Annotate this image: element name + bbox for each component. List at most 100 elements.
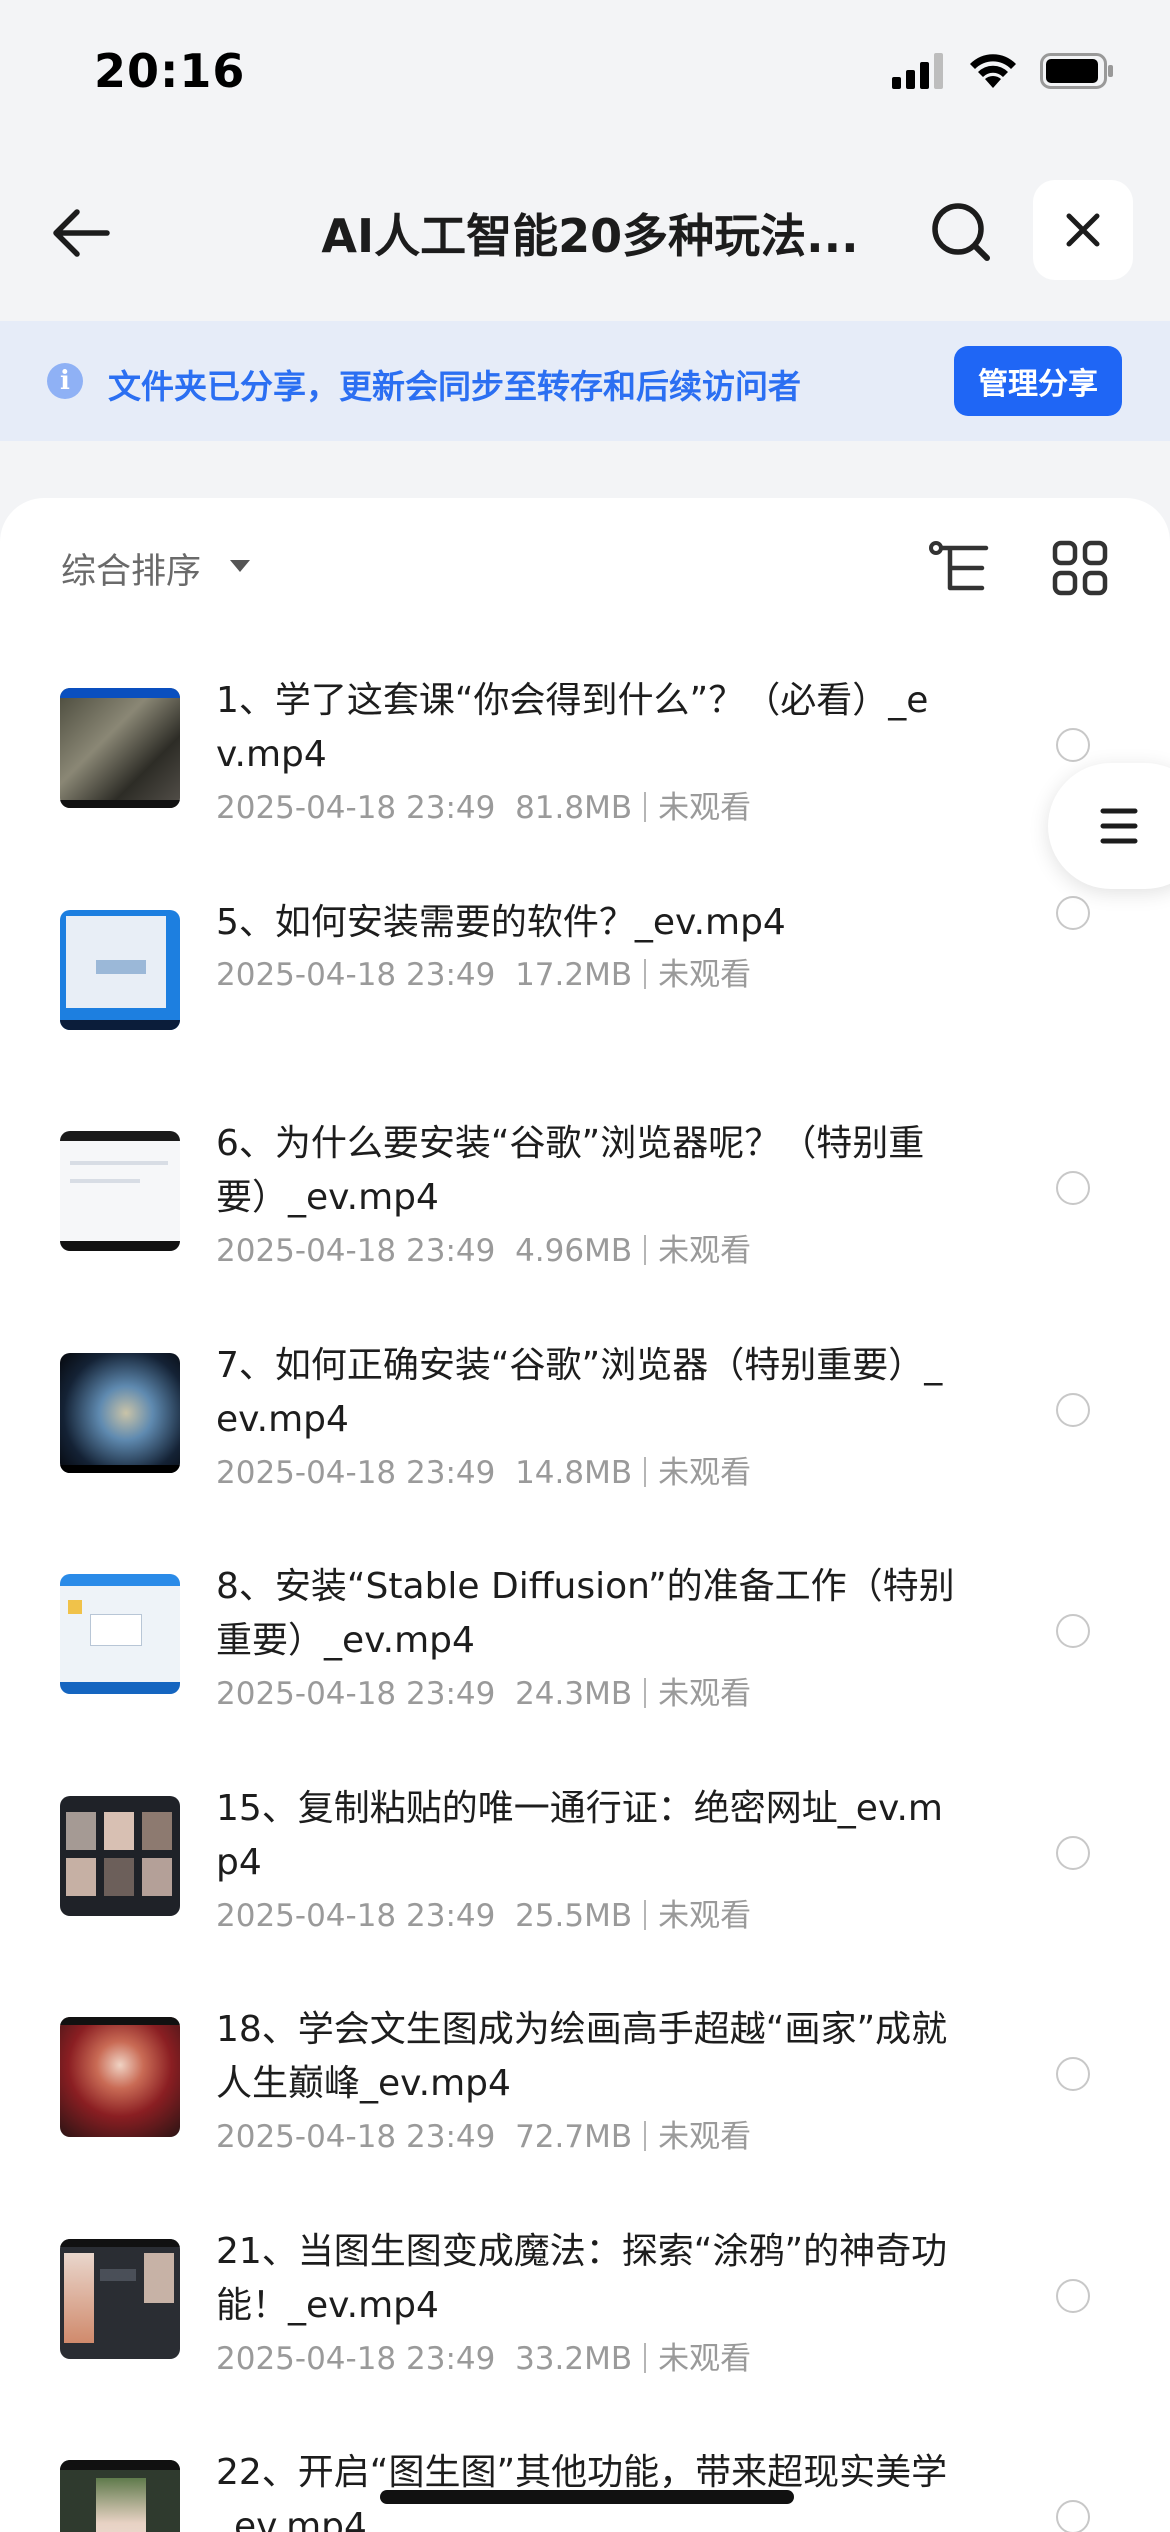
floating-menu-button[interactable] — [1048, 763, 1170, 889]
grid-view-icon[interactable] — [1052, 540, 1108, 596]
video-thumbnail — [60, 1131, 180, 1251]
file-row[interactable]: 1、学了这套课“你会得到什么”？（必看）_ev.mp4 2025-04-18 2… — [0, 638, 1170, 860]
file-date: 2025-04-18 23:49 — [216, 2340, 496, 2377]
file-date: 2025-04-18 23:49 — [216, 956, 496, 993]
watch-status: 未观看 — [658, 1233, 752, 1269]
file-name: 15、复制粘贴的唯一通行证：绝密网址_ev.mp4 — [216, 1787, 943, 1883]
file-row[interactable]: 21、当图生图变成魔法：探索“涂鸦”的神奇功能！_ev.mp4 2025-04-… — [0, 2189, 1170, 2411]
meta-divider — [644, 2121, 647, 2151]
meta-divider — [644, 1235, 647, 1265]
watch-status: 未观看 — [658, 1676, 752, 1712]
file-row[interactable]: 8、安装“Stable Diffusion”的准备工作（特别重要）_ev.mp4… — [0, 1524, 1170, 1746]
sort-dropdown[interactable]: 综合排序 — [61, 543, 201, 594]
file-name: 6、为什么要安装“谷歌”浏览器呢？（特别重要）_ev.mp4 — [216, 1123, 925, 1218]
select-radio[interactable] — [1056, 2278, 1090, 2313]
file-list: 1、学了这套课“你会得到什么”？（必看）_ev.mp4 2025-04-18 2… — [0, 638, 1170, 2532]
wifi-icon — [970, 54, 1016, 88]
video-thumbnail — [60, 909, 180, 1030]
file-date: 2025-04-18 23:49 — [216, 1233, 496, 1269]
file-size: 33.2MB — [515, 2340, 633, 2377]
file-size: 25.5MB — [515, 1897, 633, 1934]
close-button[interactable] — [1033, 180, 1133, 280]
file-row[interactable]: 6、为什么要安装“谷歌”浏览器呢？（特别重要）_ev.mp4 2025-04-1… — [0, 1081, 1170, 1303]
select-radio[interactable] — [1056, 1835, 1090, 1870]
file-row[interactable]: 7、如何正确安装“谷歌”浏览器（特别重要）_ev.mp4 2025-04-18 … — [0, 1303, 1170, 1525]
file-meta: 2025-04-18 23:49 81.8MB 未观看 — [216, 782, 751, 827]
select-radio[interactable] — [1056, 895, 1090, 930]
file-meta: 2025-04-18 23:49 14.8MB 未观看 — [216, 1447, 751, 1492]
tree-view-icon[interactable] — [928, 540, 992, 596]
info-icon: i — [47, 363, 83, 399]
back-arrow-icon — [53, 209, 110, 257]
video-thumbnail — [60, 2460, 180, 2532]
page-title: AI人工智能20多种玩法... — [321, 209, 859, 263]
signal-icon — [892, 53, 943, 89]
file-row[interactable]: 18、学会文生图成为绘画高手超越“画家”成就人生巅峰_ev.mp4 2025-0… — [0, 1967, 1170, 2189]
sort-bar: 综合排序 — [0, 498, 1170, 638]
file-row[interactable]: 15、复制粘贴的唯一通行证：绝密网址_ev.mp4 2025-04-18 23:… — [0, 1746, 1170, 1968]
video-thumbnail — [60, 1574, 180, 1694]
watch-status: 未观看 — [658, 2340, 752, 2377]
menu-icon — [1100, 808, 1138, 844]
battery-icon — [1040, 53, 1113, 89]
share-banner: i 文件夹已分享，更新会同步至转存和后续访问者 管理分享 — [0, 321, 1170, 441]
home-indicator[interactable] — [380, 2490, 794, 2504]
nav-bar: AI人工智能20多种玩法... — [0, 170, 1170, 295]
file-meta: 2025-04-18 23:49 25.5MB 未观看 — [216, 1890, 751, 1935]
watch-status: 未观看 — [658, 1454, 752, 1491]
search-button[interactable] — [925, 196, 997, 268]
file-date: 2025-04-18 23:49 — [216, 1676, 496, 1712]
select-radio[interactable] — [1056, 1171, 1090, 1205]
file-size: 4.96MB — [515, 1233, 633, 1269]
file-name: 18、学会文生图成为绘画高手超越“画家”成就人生巅峰_ev.mp4 — [216, 2009, 948, 2104]
meta-divider — [644, 1456, 647, 1487]
meta-divider — [644, 1899, 647, 1930]
file-size: 17.2MB — [515, 956, 633, 993]
share-notice-text: 文件夹已分享，更新会同步至转存和后续访问者 — [108, 367, 801, 406]
video-thumbnail — [60, 1352, 180, 1473]
file-meta: 2025-04-18 23:49 72.7MB 未观看 — [216, 2111, 751, 2156]
file-name: 7、如何正确安装“谷歌”浏览器（特别重要）_ev.mp4 — [216, 1344, 943, 1440]
meta-divider — [644, 1678, 647, 1708]
close-icon — [1066, 213, 1100, 247]
back-button[interactable] — [46, 198, 116, 268]
file-size: 72.7MB — [515, 2119, 633, 2155]
file-name: 21、当图生图变成魔法：探索“涂鸦”的神奇功能！_ev.mp4 — [216, 2230, 948, 2326]
watch-status: 未观看 — [658, 790, 752, 826]
select-radio[interactable] — [1056, 1614, 1090, 1648]
watch-status: 未观看 — [658, 956, 752, 993]
file-date: 2025-04-18 23:49 — [216, 2119, 496, 2155]
video-thumbnail — [60, 2017, 180, 2137]
meta-divider — [644, 2342, 647, 2373]
status-time: 20:16 — [94, 44, 246, 98]
select-radio[interactable] — [1056, 2057, 1090, 2091]
file-meta: 2025-04-18 23:49 33.2MB 未观看 — [216, 2333, 751, 2378]
select-radio[interactable] — [1056, 1392, 1090, 1427]
file-name: 5、如何安装需要的软件？_ev.mp4 — [216, 901, 786, 943]
file-date: 2025-04-18 23:49 — [216, 790, 496, 826]
file-size: 81.8MB — [515, 790, 633, 826]
file-list-card: 综合排序 1、学了这套课“你会得到什么”？（必看）_ev.mp4 2025-04… — [0, 498, 1170, 2532]
watch-status: 未观看 — [658, 2119, 752, 2155]
file-size: 24.3MB — [515, 1676, 633, 1712]
meta-divider — [644, 958, 647, 989]
meta-divider — [644, 792, 647, 822]
file-row[interactable]: 5、如何安装需要的软件？_ev.mp4 2025-04-18 23:49 17.… — [0, 860, 1170, 1082]
file-size: 14.8MB — [515, 1454, 633, 1491]
file-name: 22、开启“图生图”其他功能，带来超现实美学_ev.mp4 — [216, 2452, 948, 2532]
caret-down-icon[interactable] — [230, 560, 250, 572]
file-meta: 2025-04-18 23:49 24.3MB 未观看 — [216, 1668, 751, 1713]
select-radio[interactable] — [1056, 728, 1090, 762]
video-thumbnail — [60, 688, 180, 808]
search-icon — [932, 203, 990, 261]
select-radio[interactable] — [1056, 2500, 1090, 2532]
file-date: 2025-04-18 23:49 — [216, 1454, 496, 1491]
file-meta: 2025-04-18 23:49 17.2MB 未观看 — [216, 949, 751, 994]
file-name: 1、学了这套课“你会得到什么”？（必看）_ev.mp4 — [216, 680, 929, 775]
manage-share-button[interactable]: 管理分享 — [954, 346, 1122, 416]
watch-status: 未观看 — [658, 1897, 752, 1934]
video-thumbnail — [60, 2238, 180, 2359]
file-date: 2025-04-18 23:49 — [216, 1897, 496, 1934]
file-row[interactable]: 22、开启“图生图”其他功能，带来超现实美学_ev.mp4 — [0, 2410, 1170, 2532]
status-icons — [892, 52, 1114, 90]
